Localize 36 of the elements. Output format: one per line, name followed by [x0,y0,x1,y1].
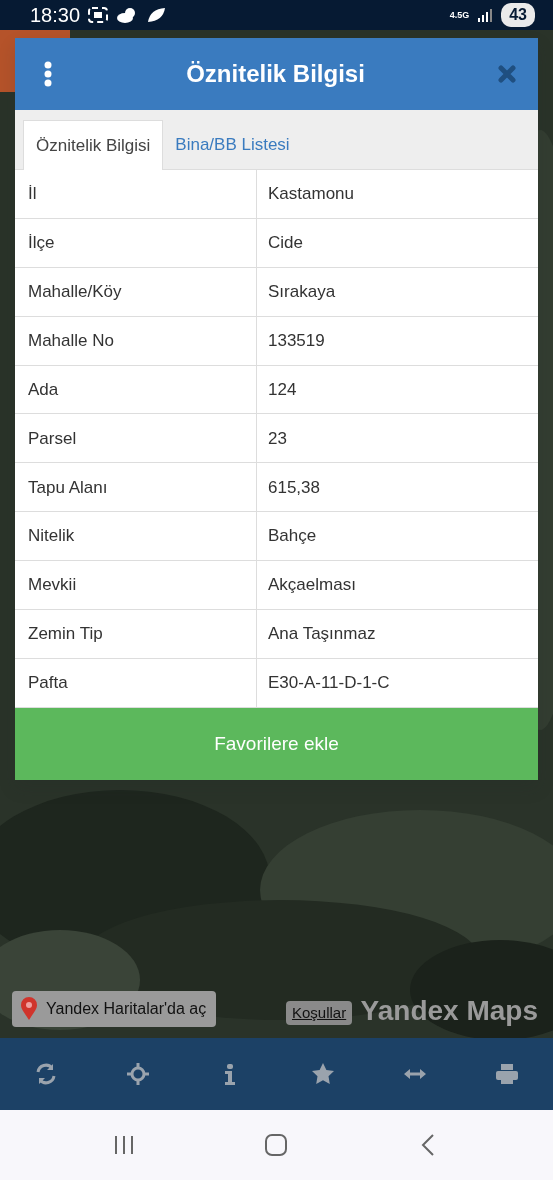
attribute-value: 23 [268,427,287,450]
attribute-label: İlçe [28,232,55,255]
attribute-label: Zemin Tip [28,623,103,646]
attribute-value: Sırakaya [268,280,336,303]
attribute-label: Mevkii [28,574,77,597]
attribute-label: Nitelik [28,525,75,548]
attribute-value: 615,38 [268,476,320,499]
attribute-label: Mahalle No [28,329,114,352]
screenshot-icon [88,7,109,23]
tab[interactable]: Bina/BB Listesi [163,120,302,170]
attribute-value: Bahçe [268,525,317,548]
attribute-label: Tapu Alanı [28,476,108,499]
dialog-title: Öznitelik Bilgisi [186,59,365,89]
attribute-label: Ada [28,378,59,401]
open-in-maps-button[interactable]: Yandex Haritalar'da aç [12,991,217,1027]
terms-link[interactable]: Koşullar [286,1000,353,1025]
attribute-value: 133519 [268,329,325,352]
attribute-value: Cide [268,232,303,255]
attribute-value: Ana Taşınmaz [268,623,376,646]
attribute-value: Kastamonu [268,183,354,206]
attribute-label: İl [28,183,37,206]
attribute-label: Mahalle/Köy [28,280,122,303]
map-logo: Yandex Maps [360,994,538,1028]
attribute-value: 124 [268,378,297,401]
network-type: 4.5G [449,10,470,20]
attribute-label: Pafta [28,672,68,695]
attribute-value: Akçaelması [268,574,356,597]
tab[interactable]: Öznitelik Bilgisi [23,120,164,170]
menu-icon[interactable] [43,61,53,87]
attribute-value: E30-A-11-D-1-C [268,672,390,695]
battery-level: 43 [501,3,535,27]
clock-time: 18:30 [30,3,81,28]
attribute-label: Parsel [28,427,77,450]
signal-icon [477,8,494,22]
leaf-icon [146,7,167,23]
map-pin-icon [20,997,38,1021]
